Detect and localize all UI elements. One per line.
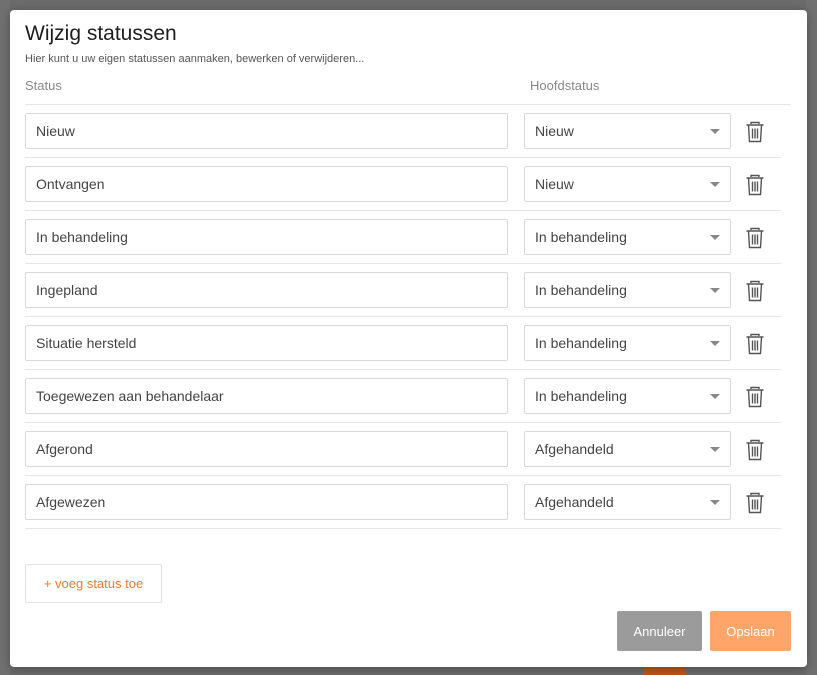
chevron-down-icon [710,394,720,399]
status-name-input[interactable] [25,378,508,414]
main-status-value: Afgehandeld [535,441,614,457]
main-status-value: Nieuw [535,123,574,139]
main-status-value: In behandeling [535,388,627,404]
chevron-down-icon [710,341,720,346]
chevron-down-icon [710,500,720,505]
modal-title: Wijzig statussen [25,22,177,45]
main-status-select[interactable]: In behandeling [524,219,731,255]
trash-icon[interactable] [745,121,765,143]
status-row: Nieuw [25,158,781,211]
status-name-input[interactable] [25,166,508,202]
status-row: In behandeling [25,211,781,264]
main-status-select[interactable]: In behandeling [524,272,731,308]
status-row: In behandeling [25,264,781,317]
status-name-input[interactable] [25,113,508,149]
edit-statuses-modal: Wijzig statussen Hier kunt u uw eigen st… [10,10,807,667]
chevron-down-icon [710,129,720,134]
status-list: Nieuw Nieuw In behandeling In behan [25,105,781,529]
status-name-input[interactable] [25,219,508,255]
status-name-input[interactable] [25,272,508,308]
add-status-button[interactable]: + voeg status toe [25,564,162,603]
chevron-down-icon [710,288,720,293]
main-status-select[interactable]: In behandeling [524,325,731,361]
column-header-main-status: Hoofdstatus [530,78,600,93]
status-name-input[interactable] [25,325,508,361]
main-status-value: Afgehandeld [535,494,614,510]
main-status-value: In behandeling [535,335,627,351]
main-status-value: Nieuw [535,176,574,192]
chevron-down-icon [710,447,720,452]
trash-icon[interactable] [745,439,765,461]
chevron-down-icon [710,235,720,240]
main-status-select[interactable]: In behandeling [524,378,731,414]
main-status-select[interactable]: Afgehandeld [524,431,731,467]
main-status-select[interactable]: Nieuw [524,113,731,149]
trash-icon[interactable] [745,386,765,408]
main-status-value: In behandeling [535,282,627,298]
status-row: Nieuw [25,105,781,158]
main-status-select[interactable]: Nieuw [524,166,731,202]
status-row: Afgehandeld [25,476,781,529]
main-status-select[interactable]: Afgehandeld [524,484,731,520]
save-button[interactable]: Opslaan [710,611,791,651]
status-row: In behandeling [25,317,781,370]
status-row: In behandeling [25,370,781,423]
trash-icon[interactable] [745,174,765,196]
background-right-edge [806,0,817,675]
trash-icon[interactable] [745,492,765,514]
trash-icon[interactable] [745,280,765,302]
cancel-button[interactable]: Annuleer [617,611,702,651]
status-name-input[interactable] [25,431,508,467]
chevron-down-icon [710,182,720,187]
modal-subtitle: Hier kunt u uw eigen statussen aanmaken,… [25,53,365,65]
status-row: Afgehandeld [25,423,781,476]
status-name-input[interactable] [25,484,508,520]
main-status-value: In behandeling [535,229,627,245]
background-left-edge [0,0,10,675]
trash-icon[interactable] [745,227,765,249]
trash-icon[interactable] [745,333,765,355]
column-header-status: Status [25,78,62,93]
